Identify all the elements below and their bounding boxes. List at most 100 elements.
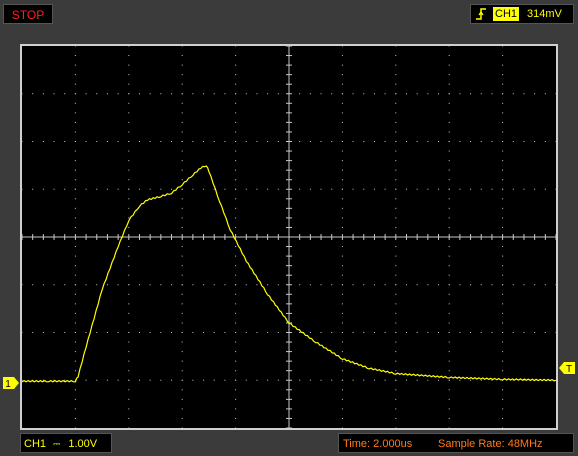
- grid-dot: [235, 150, 237, 152]
- grid-dot: [395, 46, 397, 47]
- grid-dot: [405, 284, 407, 286]
- grid-dot: [277, 379, 279, 381]
- grid-dot: [341, 198, 343, 200]
- grid-dot: [245, 284, 247, 286]
- grid-dot: [128, 389, 130, 391]
- grid-dot: [502, 46, 504, 47]
- oscilloscope-display[interactable]: [20, 44, 558, 430]
- grid-dot: [341, 207, 343, 209]
- grid-dot: [192, 379, 194, 381]
- grid-dot: [309, 284, 311, 286]
- grid-dot: [171, 93, 173, 95]
- grid-dot: [309, 379, 311, 381]
- grid-dot: [395, 322, 397, 324]
- rising-edge-trigger-icon: [476, 8, 486, 20]
- grid-dot: [331, 141, 333, 142]
- grid-dot: [341, 322, 343, 324]
- grid-dot: [106, 93, 108, 95]
- grid-dot: [502, 398, 504, 400]
- grid-dot: [448, 169, 450, 171]
- grid-dot: [74, 351, 76, 353]
- grid-dot: [128, 188, 130, 190]
- grid-dot: [74, 169, 76, 171]
- grid-dot: [181, 112, 183, 114]
- grid-dot: [427, 188, 429, 190]
- grid-dot: [74, 370, 76, 372]
- grid-dot: [502, 284, 504, 286]
- grid-dot: [277, 93, 279, 95]
- grid-dot: [117, 284, 119, 286]
- grid-dot: [181, 131, 183, 133]
- grid-dot: [74, 198, 76, 200]
- grid-dot: [181, 427, 183, 428]
- grid-dot: [32, 332, 34, 333]
- grid-dot: [491, 93, 493, 95]
- grid-dot: [448, 198, 450, 200]
- grid-dot: [341, 188, 343, 190]
- grid-dot: [341, 379, 343, 381]
- grid-dot: [448, 93, 450, 95]
- grid-dot: [128, 198, 130, 200]
- grid-dot: [341, 179, 343, 181]
- grid-dot: [395, 370, 397, 372]
- grid-dot: [181, 74, 183, 76]
- grid-dot: [448, 246, 450, 248]
- run-stop-indicator[interactable]: STOP: [3, 4, 53, 24]
- grid-dot: [352, 188, 354, 190]
- grid-dot: [405, 93, 407, 95]
- trigger-channel-badge: CH1: [493, 7, 520, 21]
- grid-dot: [395, 83, 397, 85]
- grid-dot: [470, 93, 472, 95]
- grid-dot: [363, 332, 365, 333]
- timebase-panel[interactable]: Time: 2.000us Sample Rate: 48MHz: [338, 433, 574, 453]
- grid-dot: [128, 341, 130, 343]
- grid-dot: [181, 341, 183, 343]
- grid-dot: [373, 379, 375, 381]
- grid-dot: [74, 341, 76, 343]
- grid-dot: [171, 188, 173, 190]
- grid-dot: [405, 188, 407, 190]
- grid-dot: [181, 188, 183, 190]
- grid-dot: [384, 93, 386, 95]
- grid-dot: [395, 427, 397, 428]
- grid-dot: [448, 322, 450, 324]
- grid-dot: [544, 188, 546, 190]
- grid-dot: [128, 83, 130, 85]
- grid-dot: [341, 74, 343, 76]
- grid-dot: [502, 160, 504, 162]
- grid-dot: [299, 93, 301, 95]
- grid-dot: [277, 141, 279, 142]
- grid-dot: [448, 312, 450, 314]
- channel-info-panel[interactable]: CH1 ⎓ 1.00V: [20, 433, 112, 453]
- grid-dot: [224, 284, 226, 286]
- grid-dot: [502, 341, 504, 343]
- grid-dot: [74, 322, 76, 324]
- grid-dot: [352, 93, 354, 95]
- grid-dot: [53, 188, 55, 190]
- grid-dot: [53, 141, 55, 142]
- grid-dot: [438, 332, 440, 333]
- grid-dot: [448, 74, 450, 76]
- grid-dot: [32, 93, 34, 95]
- trigger-panel[interactable]: CH1 314mV: [470, 4, 574, 24]
- grid-dot: [363, 284, 365, 286]
- trigger-level-marker[interactable]: T: [559, 362, 575, 374]
- grid-dot: [128, 131, 130, 133]
- grid-dot: [480, 93, 482, 95]
- grid-dot: [64, 284, 66, 286]
- grid-dot: [181, 265, 183, 267]
- grid-dot: [74, 207, 76, 209]
- grid-dot: [235, 312, 237, 314]
- grid-dot: [448, 141, 450, 142]
- grid-dot: [395, 198, 397, 200]
- grid-dot: [438, 379, 440, 381]
- grid-dot: [235, 351, 237, 353]
- grid-dot: [235, 255, 237, 257]
- grid-dot: [235, 246, 237, 248]
- grid-dot: [502, 121, 504, 123]
- grid-dot: [502, 265, 504, 267]
- grid-dot: [203, 141, 205, 142]
- grid-dot: [138, 93, 140, 95]
- channel-ground-marker[interactable]: 1: [3, 377, 19, 389]
- grid-dot: [128, 332, 130, 333]
